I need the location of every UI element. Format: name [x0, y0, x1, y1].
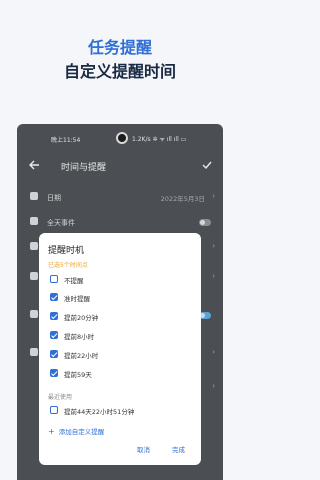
option-label: 提前20分钟 [64, 314, 99, 322]
plus-icon: + [48, 427, 55, 436]
status-time: 晚上11:54 [51, 137, 81, 144]
option-on-time[interactable]: 准时提醒 [47, 292, 197, 306]
dialog-title: 提醒时机 [48, 246, 85, 256]
option-label: 准时提醒 [64, 295, 90, 303]
option-22h[interactable]: 提前22小时 [47, 349, 197, 363]
checkbox-checked[interactable] [50, 350, 58, 358]
allday-toggle[interactable] [199, 219, 211, 226]
option-label: 提前44天22小时51分钟 [64, 408, 135, 416]
done-button[interactable]: 完成 [172, 444, 185, 454]
reminder-dialog: 提醒时机 已选5个时间点 不提醒 准时提醒 提前20分钟 提前8小时 提前22小… [39, 233, 201, 465]
add-custom-reminder[interactable]: + 添加自定义提醒 [48, 426, 104, 436]
clock-icon [30, 242, 38, 250]
status-indicators: 1.2K/s ✲ ᯤ ıll ıll ▭ [132, 136, 187, 143]
checkbox-checked[interactable] [50, 312, 58, 320]
chevron-right-icon: › [212, 348, 215, 356]
option-none[interactable]: 不提醒 [47, 274, 197, 288]
allday-label: 全天事件 [47, 219, 75, 227]
chevron-right-icon: › [212, 242, 215, 250]
option-20min[interactable]: 提前20分钟 [47, 311, 197, 325]
checkbox-checked[interactable] [50, 369, 58, 377]
promo-header: 任务提醒 自定义提醒时间 [0, 0, 240, 120]
add-label: 添加自定义提醒 [58, 428, 105, 436]
page-title: 时间与提醒 [61, 163, 107, 173]
calendar-icon [30, 192, 38, 200]
chevron-right-icon: › [212, 192, 215, 200]
option-label: 不提醒 [64, 277, 84, 285]
date-value: 2022年5月3日 [160, 195, 205, 203]
checkbox-checked[interactable] [50, 293, 58, 301]
alarm-icon [30, 272, 38, 280]
cancel-button[interactable]: 取消 [137, 444, 150, 454]
date-row[interactable]: 日期 2022年5月3日 › [17, 186, 223, 208]
recent-section-title: 最近使用 [48, 394, 73, 401]
allday-row[interactable]: 全天事件 [17, 211, 223, 233]
bell-icon [30, 348, 38, 356]
checkbox-unchecked[interactable] [50, 406, 58, 414]
confirm-check-icon[interactable] [201, 159, 213, 171]
app-bar: 时间与提醒 [17, 154, 223, 178]
selected-count: 已选5个时间点 [48, 262, 88, 269]
option-label: 提前59天 [64, 371, 92, 379]
option-label: 提前8小时 [64, 333, 95, 341]
chevron-right-icon: › [212, 382, 215, 390]
allday-icon [30, 217, 38, 225]
status-bar: 晚上11:54 1.2K/s ✲ ᯤ ıll ıll ▭ [17, 130, 223, 146]
promo-subtitle: 自定义提醒时间 [63, 62, 176, 81]
hourglass-icon [30, 310, 38, 318]
option-8h[interactable]: 提前8小时 [47, 330, 197, 344]
back-arrow-icon[interactable] [27, 158, 41, 172]
checkbox-unchecked[interactable] [50, 275, 58, 283]
chevron-right-icon: › [212, 272, 215, 280]
date-label: 日期 [47, 194, 61, 202]
checkbox-checked[interactable] [50, 331, 58, 339]
option-label: 提前22小时 [64, 352, 99, 360]
promo-title: 任务提醒 [87, 38, 152, 57]
option-59d[interactable]: 提前59天 [47, 368, 197, 382]
option-recent[interactable]: 提前44天22小时51分钟 [47, 405, 197, 419]
camera-icon [116, 132, 128, 144]
